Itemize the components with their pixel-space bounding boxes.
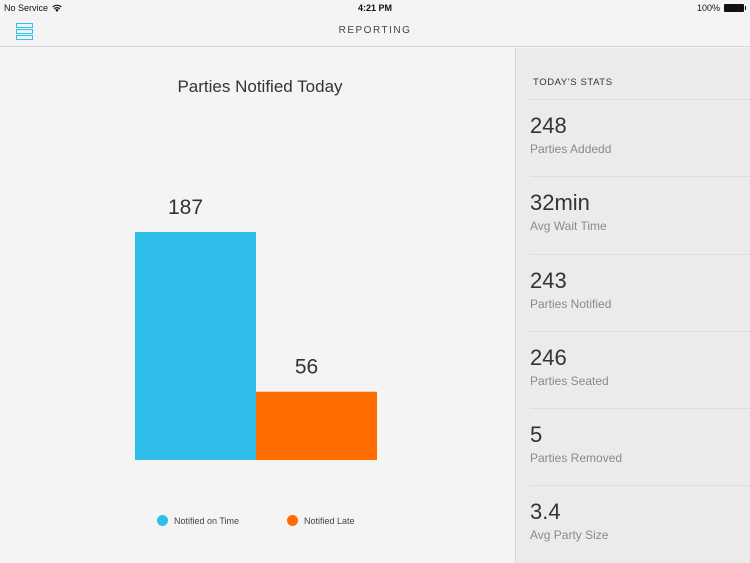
chart-panel: Parties Notified Today 187 56 Notified on… bbox=[0, 48, 515, 563]
stat-value: 3.4 bbox=[530, 499, 561, 524]
battery-info: 100% bbox=[696, 3, 746, 13]
battery-icon bbox=[724, 4, 746, 12]
stat-value: 248 bbox=[530, 113, 567, 138]
bar-notified-on-time bbox=[135, 232, 256, 460]
stat-label: Parties Seated bbox=[530, 374, 609, 388]
chart-legend: Notified on Time Notified Late bbox=[157, 515, 417, 526]
legend-label-late: Notified Late bbox=[304, 515, 355, 526]
stat-label: Parties Notified bbox=[530, 297, 612, 311]
stat-value: 246 bbox=[530, 345, 567, 370]
clock: 4:21 PM bbox=[357, 3, 392, 13]
legend-label-on-time: Notified on Time bbox=[174, 515, 240, 526]
battery-percent: 100% bbox=[696, 3, 720, 13]
stat-parties-added: 248 Parties Addedd bbox=[530, 99, 750, 177]
stat-label: Parties Addedd bbox=[530, 142, 612, 156]
status-bar: No Service 4:21 PM 100% bbox=[0, 0, 750, 16]
data-label-notified-on-time: 187 bbox=[168, 196, 203, 219]
stat-avg-wait-time: 32min Avg Wait Time bbox=[530, 176, 750, 254]
stat-parties-removed: 5 Parties Removed bbox=[530, 408, 750, 486]
sidebar-header: TODAY'S STATS bbox=[533, 77, 613, 88]
stat-parties-notified: 243 Parties Notified bbox=[530, 254, 750, 332]
data-label-notified-late: 56 bbox=[295, 356, 318, 379]
stat-value: 243 bbox=[530, 268, 567, 293]
legend-swatch-late bbox=[287, 515, 298, 526]
stat-avg-party-size: 3.4 Avg Party Size bbox=[530, 485, 750, 563]
stat-label: Avg Party Size bbox=[530, 528, 609, 542]
bar-chart: 187 56 bbox=[135, 196, 377, 460]
stat-parties-seated: 246 Parties Seated bbox=[530, 331, 750, 409]
legend-item-on-time: Notified on Time bbox=[157, 515, 287, 526]
page-title: REPORTING bbox=[338, 25, 412, 36]
stat-value: 5 bbox=[530, 422, 543, 447]
stat-label: Avg Wait Time bbox=[530, 219, 607, 233]
legend-swatch-on-time bbox=[157, 515, 168, 526]
stats-sidebar: TODAY'S STATS 248 Parties Addedd 32min A… bbox=[515, 48, 750, 563]
legend-item-late: Notified Late bbox=[287, 515, 417, 526]
navigation-bar: REPORTING bbox=[0, 16, 750, 47]
stat-label: Parties Removed bbox=[530, 451, 623, 465]
bar-notified-late bbox=[256, 391, 377, 460]
stat-value: 32min bbox=[530, 190, 590, 215]
